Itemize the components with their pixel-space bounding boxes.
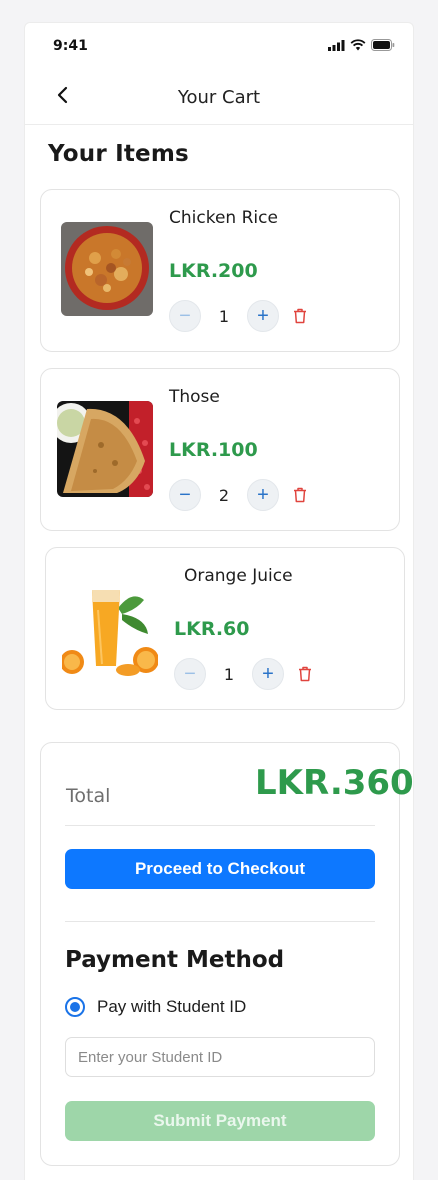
total-label: Total	[66, 785, 111, 807]
item-price: LKR.100	[169, 439, 258, 461]
quantity-stepper: − 1 +	[169, 300, 315, 332]
pay-with-student-id-option[interactable]: Pay with Student ID	[65, 997, 246, 1017]
item-price: LKR.60	[174, 618, 250, 640]
trash-icon	[294, 487, 306, 503]
chicken-rice-image	[61, 222, 153, 316]
delete-item-button[interactable]	[285, 480, 315, 510]
item-name: Those	[169, 387, 220, 407]
status-bar: 9:41	[25, 23, 413, 69]
increase-quantity-button[interactable]: +	[247, 479, 279, 511]
trash-icon	[299, 666, 311, 682]
delete-item-button[interactable]	[290, 659, 320, 689]
payment-option-label: Pay with Student ID	[97, 997, 247, 1016]
radio-selected-icon[interactable]	[65, 997, 85, 1017]
decrease-quantity-button[interactable]: −	[169, 479, 201, 511]
battery-icon	[371, 39, 395, 51]
delete-item-button[interactable]	[285, 301, 315, 331]
decrease-quantity-button[interactable]: −	[174, 658, 206, 690]
total-value: LKR.360	[255, 763, 414, 803]
quantity-stepper: − 1 +	[174, 658, 320, 690]
orange-juice-image	[62, 580, 158, 676]
status-icons	[328, 39, 395, 51]
plus-icon: +	[262, 663, 274, 685]
increase-quantity-button[interactable]: +	[252, 658, 284, 690]
section-title: Your Items	[48, 141, 189, 167]
minus-icon: −	[184, 663, 196, 685]
payment-method-title: Payment Method	[65, 947, 285, 973]
status-time: 9:41	[53, 38, 88, 54]
decrease-quantity-button[interactable]: −	[169, 300, 201, 332]
wifi-icon	[350, 39, 366, 51]
minus-icon: −	[179, 305, 191, 327]
signal-icon	[328, 39, 345, 51]
plus-icon: +	[257, 484, 269, 506]
quantity-value: 1	[218, 306, 230, 326]
page-title: Your Cart	[177, 87, 261, 108]
minus-icon: −	[179, 484, 191, 506]
trash-icon	[294, 308, 306, 324]
phone-screen: 9:41 Your Cart Your Items Chicken Rice L…	[24, 22, 414, 1180]
item-price: LKR.200	[169, 260, 258, 282]
quantity-value: 2	[218, 485, 230, 505]
item-name: Chicken Rice	[169, 208, 278, 228]
cart-item-those: Those LKR.100 − 2 +	[40, 368, 400, 531]
plus-icon: +	[257, 305, 269, 327]
quantity-value: 1	[223, 664, 235, 684]
divider	[65, 921, 375, 922]
divider	[65, 825, 375, 826]
checkout-card: Total LKR.360 Proceed to Checkout Paymen…	[40, 742, 413, 1166]
cart-item-orange-juice: Orange Juice LKR.60 − 1 +	[45, 547, 405, 710]
submit-payment-button[interactable]: Submit Payment	[65, 1101, 375, 1141]
cart-item-chicken-rice: Chicken Rice LKR.200 − 1 +	[40, 189, 400, 352]
quantity-stepper: − 2 +	[169, 479, 315, 511]
item-name: Orange Juice	[184, 566, 293, 586]
top-nav: Your Cart	[25, 73, 413, 125]
those-image	[57, 401, 153, 497]
student-id-input[interactable]	[65, 1037, 375, 1077]
increase-quantity-button[interactable]: +	[247, 300, 279, 332]
proceed-to-checkout-button[interactable]: Proceed to Checkout	[65, 849, 375, 889]
